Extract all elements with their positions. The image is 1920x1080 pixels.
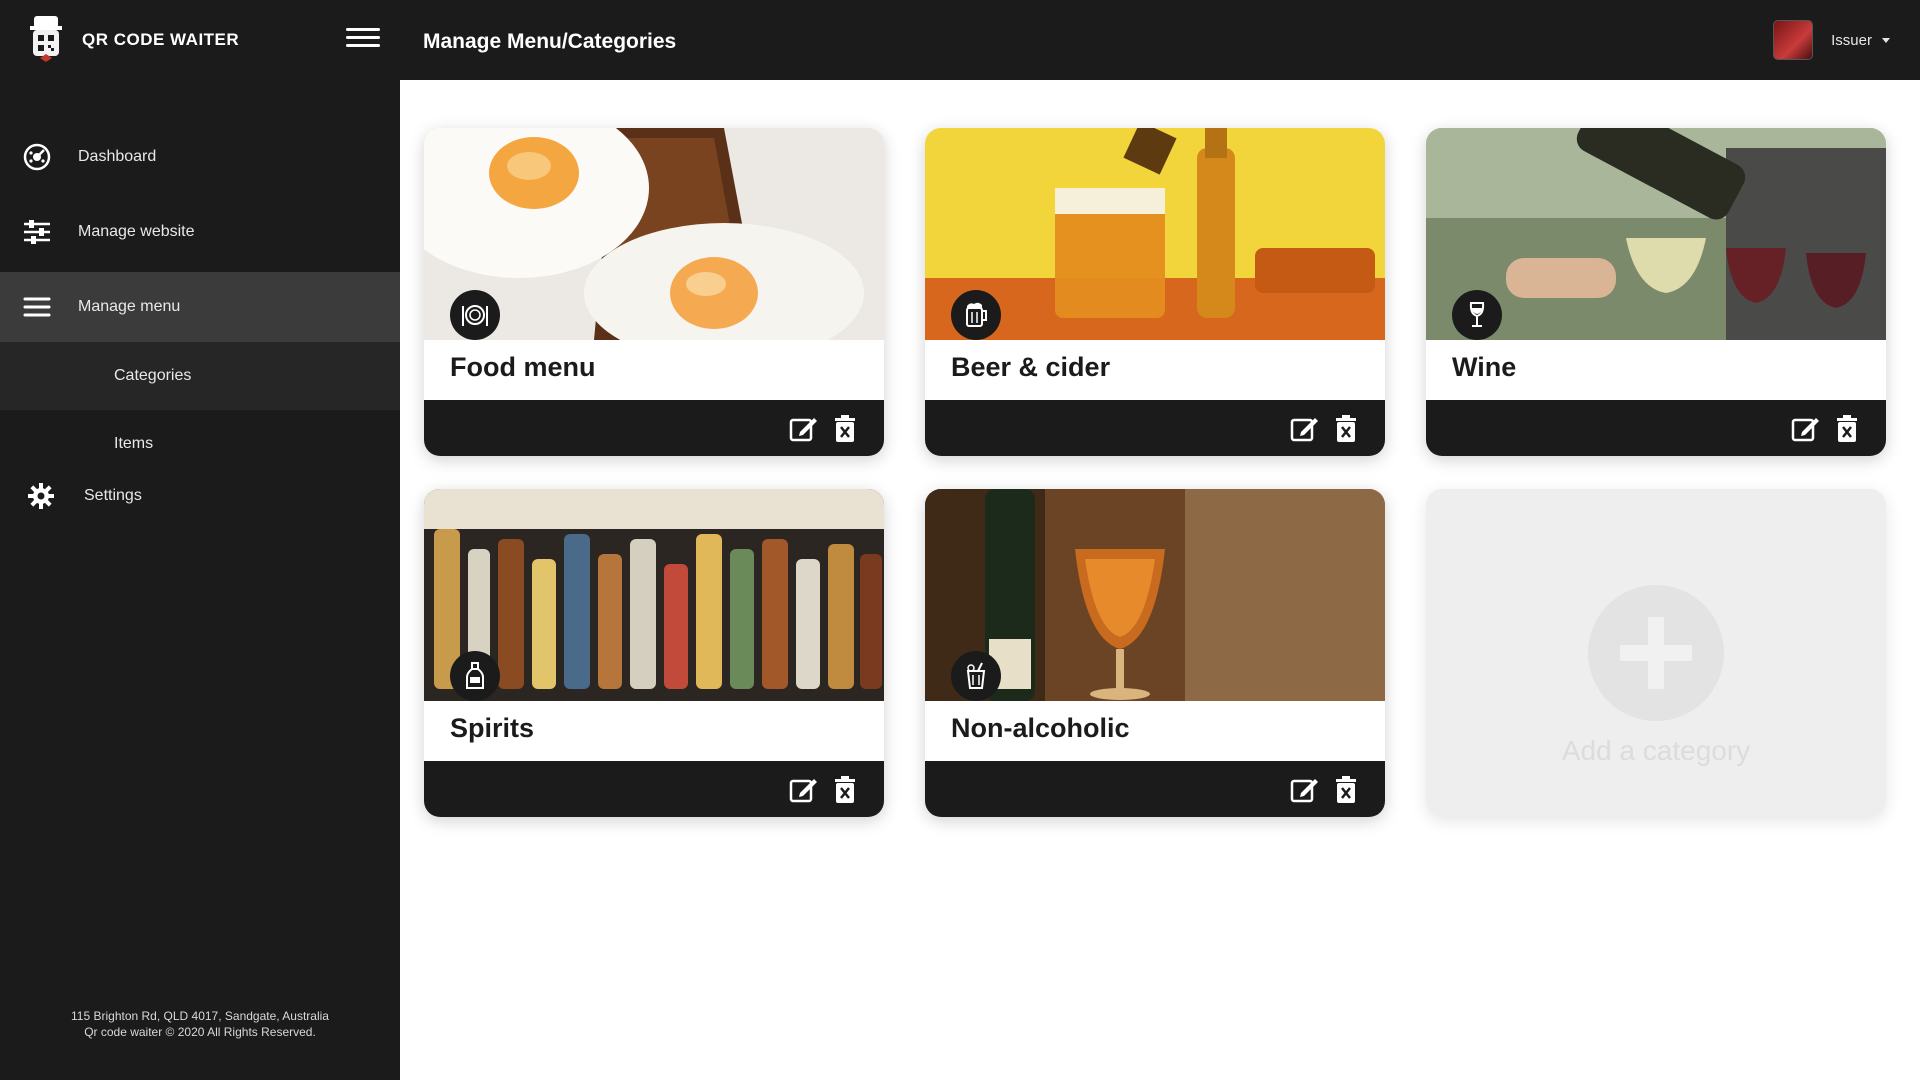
chevron-down-icon — [1882, 37, 1890, 43]
sidebar-item-manage-website[interactable]: Manage website — [0, 197, 400, 267]
delete-icon[interactable] — [1832, 414, 1862, 444]
sidebar-item-settings[interactable]: Settings — [0, 461, 400, 531]
bottle-icon — [450, 651, 500, 701]
plus-icon — [1588, 585, 1724, 721]
sidebar-item-manage-menu[interactable]: Manage menu — [0, 272, 400, 342]
hamburger-menu-button[interactable] — [346, 28, 380, 54]
category-card[interactable]: Wine — [1426, 128, 1886, 456]
category-card[interactable]: Spirits — [424, 489, 884, 817]
avatar — [1773, 20, 1814, 60]
category-title: Beer & cider — [951, 352, 1111, 382]
edit-icon[interactable] — [788, 414, 818, 444]
sidebar-subitem-categories[interactable]: Categories — [0, 342, 400, 410]
edit-icon[interactable] — [788, 775, 818, 805]
edit-icon[interactable] — [1289, 414, 1319, 444]
delete-icon[interactable] — [830, 775, 860, 805]
wine-glass-icon — [1452, 290, 1502, 340]
page-title: Manage Menu/Categories — [423, 30, 677, 53]
delete-icon[interactable] — [1331, 775, 1361, 805]
sliders-icon — [22, 217, 52, 247]
card-actions — [925, 400, 1385, 456]
soft-drink-icon — [951, 651, 1001, 701]
sidebar-subitem-label: Categories — [114, 367, 192, 384]
edit-icon[interactable] — [1790, 414, 1820, 444]
category-title: Spirits — [450, 713, 535, 743]
dashboard-icon — [22, 142, 52, 172]
card-actions — [424, 400, 884, 456]
menu-lines-icon — [22, 292, 52, 322]
category-card[interactable]: Beer & cider — [925, 128, 1385, 456]
top-header: Manage Menu/Categories Issuer — [400, 0, 1920, 80]
category-title: Wine — [1452, 352, 1517, 382]
add-category-card[interactable]: Add a category — [1426, 489, 1886, 817]
waiter-logo-icon — [30, 16, 62, 62]
delete-icon[interactable] — [1331, 414, 1361, 444]
sidebar-item-label: Manage website — [78, 223, 195, 240]
sidebar-item-label: Dashboard — [78, 148, 157, 165]
brand[interactable]: QR CODE WAITER — [20, 12, 239, 68]
beer-mug-icon — [951, 290, 1001, 340]
card-actions — [1426, 400, 1886, 456]
category-card[interactable]: Food menu — [424, 128, 884, 456]
sidebar-item-dashboard[interactable]: Dashboard — [0, 122, 400, 192]
category-title: Food menu — [450, 352, 596, 382]
footer-copyright: Qr code waiter © 2020 All Rights Reserve… — [84, 1025, 316, 1039]
hamburger-line — [346, 28, 380, 31]
delete-icon[interactable] — [830, 414, 860, 444]
footer-address: 115 Brighton Rd, QLD 4017, Sandgate, Aus… — [71, 1009, 329, 1023]
sidebar-item-label: Settings — [84, 487, 142, 504]
brand-name: QR CODE WAITER — [82, 30, 240, 49]
edit-icon[interactable] — [1289, 775, 1319, 805]
gear-icon — [26, 481, 56, 511]
sidebar-item-label: Manage menu — [78, 298, 181, 315]
hamburger-line — [346, 36, 380, 39]
add-category-label: Add a category — [1561, 735, 1751, 766]
sidebar-subitem-label: Items — [114, 435, 154, 452]
category-title: Non-alcoholic — [951, 713, 1130, 743]
sidebar-footer: 115 Brighton Rd, QLD 4017, Sandgate, Aus… — [0, 1008, 400, 1040]
sidebar: QR CODE WAITER Dashboard Manage website … — [0, 0, 400, 1080]
user-name: Issuer — [1831, 31, 1872, 49]
user-menu[interactable]: Issuer — [1773, 20, 1890, 60]
card-actions — [925, 761, 1385, 817]
plate-cutlery-icon — [450, 290, 500, 340]
hamburger-line — [346, 44, 380, 47]
category-card[interactable]: Non-alcoholic — [925, 489, 1385, 817]
card-actions — [424, 761, 884, 817]
